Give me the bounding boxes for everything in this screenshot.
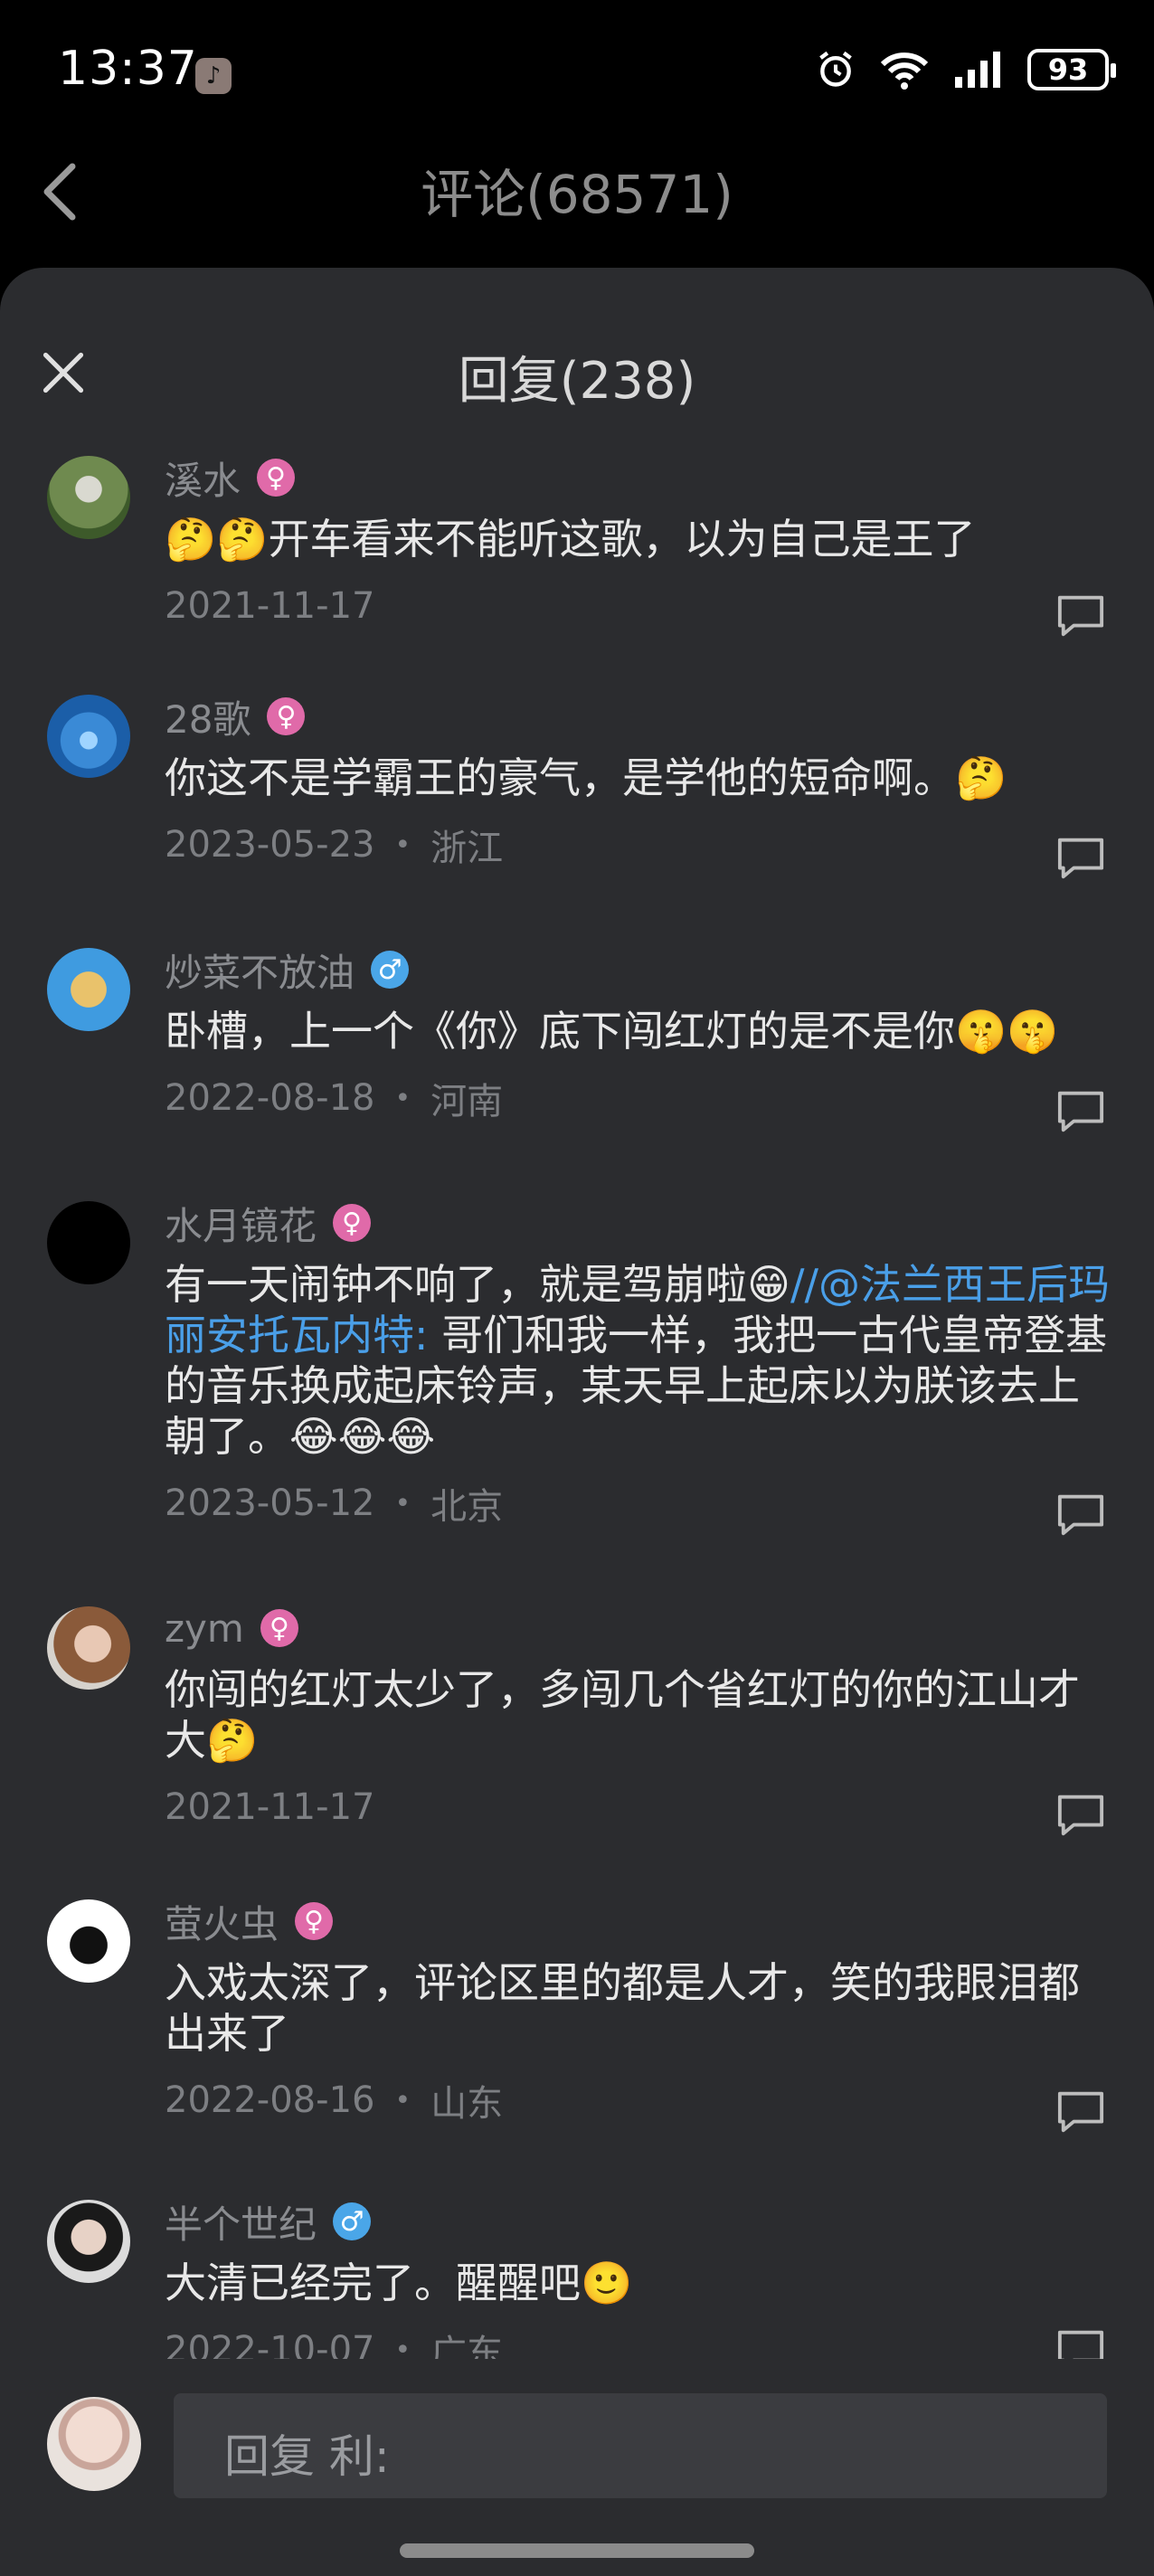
female-icon: ♀ (267, 697, 306, 735)
comment-text: 入戏太深了，评论区里的都是人才，笑的我眼泪都出来了 (165, 1958, 1080, 2058)
female-icon: ♀ (295, 1902, 334, 1940)
reply-comment-icon[interactable] (1056, 1492, 1105, 1536)
comment-author[interactable]: 水月镜花 (165, 1196, 317, 1251)
comment-text: 卧槽，上一个《你》底下闯红灯的是不是你🤫🤫 (165, 1007, 1059, 1056)
comment-author[interactable]: 半个世纪 (165, 2194, 317, 2249)
comment-date: 2023-05-23 (165, 824, 375, 866)
comment-location: 浙江 (430, 828, 504, 869)
title-bar: 评论(68571) (0, 145, 1154, 253)
reply-comment-icon[interactable] (1056, 1089, 1105, 1132)
comment-item[interactable]: zym ♀ 你闯的红灯太少了，多闯几个省红灯的你的江山才大🤔 2021-11-1… (0, 1599, 1154, 1892)
reply-input-placeholder: 回复 利: (224, 2430, 390, 2483)
female-icon: ♀ (333, 1204, 372, 1242)
reply-footer: 回复 利: (0, 2366, 1154, 2576)
reply-comment-icon[interactable] (1056, 1793, 1105, 1836)
comment-location: 河南 (430, 1081, 504, 1122)
comment-item[interactable]: 炒菜不放油 ♂ 卧槽，上一个《你》底下闯红灯的是不是你🤫🤫 2022-08-18… (0, 941, 1154, 1194)
comment-author[interactable]: 28歌 (165, 689, 251, 744)
wifi-icon (880, 52, 929, 90)
comment-author[interactable]: 溪水 (165, 450, 241, 506)
reply-comment-icon[interactable] (1056, 2089, 1105, 2133)
avatar[interactable] (47, 695, 130, 778)
avatar[interactable] (47, 1201, 130, 1284)
comment-date: 2022-10-07 (165, 2329, 375, 2359)
comment-list[interactable]: 溪水 ♀ 🤔🤔开车看来不能听这歌，以为自己是王了 2021-11-17 28歌 … (0, 449, 1154, 2359)
reply-input[interactable]: 回复 利: (174, 2393, 1107, 2498)
male-icon: ♂ (371, 951, 410, 989)
avatar[interactable] (47, 456, 130, 539)
comment-text-part: 有一天闹钟不响了，就是驾崩啦😁 (165, 1260, 790, 1309)
meta-separator: • (394, 1082, 411, 1114)
avatar[interactable] (47, 948, 130, 1031)
battery-icon: 93 (1027, 49, 1116, 90)
comment-item[interactable]: 半个世纪 ♂ 大清已经完了。醒醒吧🙂 2022-10-07 • 广东 (0, 2192, 1154, 2359)
comment-author[interactable]: zym (165, 1606, 244, 1651)
reply-comment-icon[interactable] (1056, 593, 1105, 637)
female-icon: ♀ (257, 459, 296, 497)
reply-comment-icon[interactable] (1056, 2328, 1105, 2359)
meta-separator: • (394, 1487, 411, 1520)
reply-sheet: 回复(238) 溪水 ♀ 🤔🤔开车看来不能听这歌，以为自己是王了 2021-11… (0, 268, 1154, 2576)
comment-date: 2022-08-16 (165, 2079, 375, 2121)
meta-separator: • (394, 2334, 411, 2360)
avatar[interactable] (47, 1899, 130, 1983)
status-time: 13:37 (58, 42, 198, 96)
comment-text: 🤔🤔开车看来不能听这歌，以为自己是王了 (165, 515, 976, 564)
comment-date: 2023-05-12 (165, 1482, 375, 1524)
comment-author[interactable]: 炒菜不放油 (165, 942, 355, 998)
alarm-icon (819, 51, 852, 87)
tiktok-notification-icon: ♪ (195, 58, 232, 94)
comment-date: 2021-11-17 (165, 585, 375, 627)
sheet-title: 回复(238) (458, 352, 696, 411)
sheet-header: 回复(238) (0, 268, 1154, 411)
comment-date: 2021-11-17 (165, 1786, 375, 1828)
comment-text: 大清已经完了。醒醒吧🙂 (165, 2259, 633, 2307)
meta-separator: • (394, 829, 411, 861)
comment-location: 北京 (430, 1486, 504, 1528)
comment-item[interactable]: 28歌 ♀ 你这不是学霸王的豪气，是学他的短命啊。🤔 2023-05-23 • … (0, 687, 1154, 941)
reply-comment-icon[interactable] (1056, 836, 1105, 879)
comment-author[interactable]: 萤火虫 (165, 1894, 279, 1949)
status-bar: 13:37 ♪ 93 (0, 0, 1154, 145)
page-title: 评论(68571) (421, 164, 733, 225)
comment-text: 你闯的红灯太少了，多闯几个省红灯的你的江山才大🤔 (165, 1665, 1080, 1765)
status-icons: 93 (816, 49, 1116, 90)
male-icon: ♂ (333, 2202, 372, 2240)
comment-item[interactable]: 萤火虫 ♀ 入戏太深了，评论区里的都是人才，笑的我眼泪都出来了 2022-08-… (0, 1892, 1154, 2192)
comment-date: 2022-08-18 (165, 1077, 375, 1119)
meta-separator: • (394, 2084, 411, 2117)
home-indicator[interactable] (400, 2543, 754, 2558)
current-user-avatar (47, 2397, 141, 2491)
comment-location: 山东 (430, 2083, 504, 2125)
comment-text: 有一天闹钟不响了，就是驾崩啦😁//@法兰西王后玛丽安托瓦内特: 哥们和我一样，我… (165, 1259, 1118, 1462)
signal-icon (955, 52, 1000, 88)
comment-item[interactable]: 水月镜花 ♀ 有一天闹钟不响了，就是驾崩啦😁//@法兰西王后玛丽安托瓦内特: 哥… (0, 1194, 1154, 1599)
comment-text: 你这不是学霸王的豪气，是学他的短命啊。🤔 (165, 753, 1007, 802)
comment-location: 广东 (430, 2333, 504, 2359)
avatar[interactable] (47, 2200, 130, 2283)
comment-item[interactable]: 溪水 ♀ 🤔🤔开车看来不能听这歌，以为自己是王了 2021-11-17 (0, 449, 1154, 687)
female-icon: ♀ (260, 1609, 298, 1647)
avatar[interactable] (47, 1606, 130, 1690)
